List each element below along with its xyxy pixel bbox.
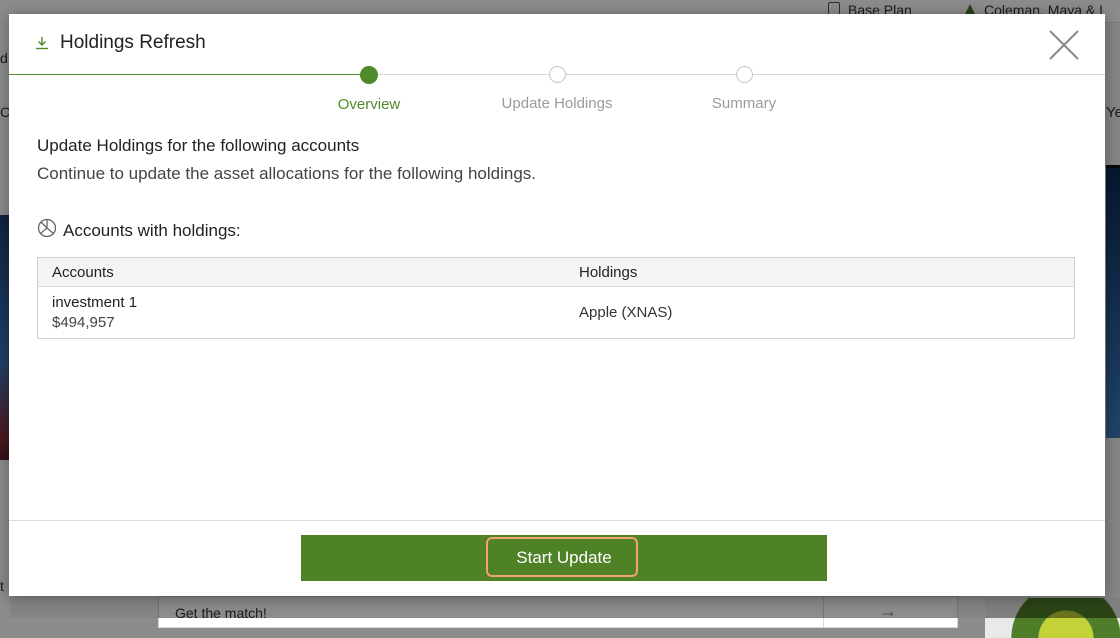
accounts-table: Accounts Holdings investment 1 $494,957 … <box>37 257 1075 339</box>
pie-chart-icon <box>37 218 57 238</box>
step-summary[interactable]: Summary <box>654 64 834 112</box>
step-dot-active <box>360 66 378 84</box>
holding-cell: Apple (XNAS) <box>579 304 673 321</box>
start-update-label: Start Update <box>516 548 612 567</box>
step-update-holdings[interactable]: Update Holdings <box>467 64 647 112</box>
step-label: Overview <box>337 96 401 113</box>
account-name: investment 1 <box>52 294 138 311</box>
accounts-header-label: Accounts with holdings: <box>63 221 241 240</box>
footer-divider <box>9 520 1105 521</box>
holdings-refresh-modal: Holdings Refresh Overview Update Holding… <box>9 14 1105 596</box>
close-icon[interactable] <box>1045 26 1083 64</box>
account-cell: investment 1 $494,957 <box>38 294 565 331</box>
step-label: Update Holdings <box>501 95 613 112</box>
progress-stepper: Overview Update Holdings Summary <box>9 64 1105 124</box>
accounts-header: Accounts with holdings: <box>37 218 241 241</box>
table-row: investment 1 $494,957 Apple (XNAS) <box>38 287 1074 338</box>
modal-title: Holdings Refresh <box>60 32 206 53</box>
step-overview[interactable]: Overview <box>279 64 459 113</box>
column-header-holdings: Holdings <box>579 263 638 281</box>
start-update-button[interactable]: Start Update <box>301 535 827 581</box>
section-title: Update Holdings for the following accoun… <box>37 136 360 155</box>
column-header-accounts: Accounts <box>52 263 114 281</box>
download-icon <box>36 37 48 50</box>
table-header: Accounts Holdings <box>38 258 1074 287</box>
step-dot <box>548 66 566 83</box>
step-dot <box>735 66 753 83</box>
section-description: Continue to update the asset allocations… <box>37 164 536 183</box>
step-label: Summary <box>711 95 777 112</box>
account-value: $494,957 <box>52 314 115 331</box>
